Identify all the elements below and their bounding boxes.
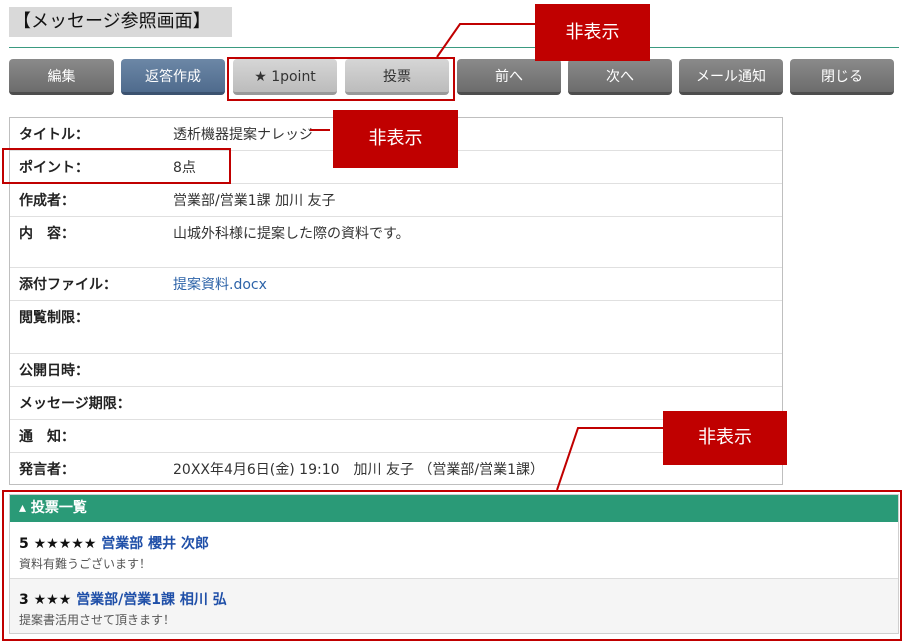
expiry-label: メッセージ期限： xyxy=(19,396,131,412)
attachment-link[interactable]: 提案資料.docx xyxy=(173,274,267,294)
callout-hidden-toolbar: 非表示 xyxy=(535,4,650,61)
callout-frame-toolbar xyxy=(227,57,455,101)
content-label: 内 容： xyxy=(19,226,75,242)
page-title: 【メッセージ参照画面】 xyxy=(9,7,232,37)
author-value: 営業部/営業1課 加川 友子 xyxy=(173,193,336,209)
edit-button[interactable]: 編集 xyxy=(9,59,114,95)
callout-frame-point xyxy=(2,148,231,184)
callout-hidden-point: 非表示 xyxy=(333,110,458,168)
row-content: 内 容： 山城外科様に提案した際の資料です。 xyxy=(10,217,782,268)
row-attachment: 添付ファイル： 提案資料.docx xyxy=(10,268,782,301)
title-label: タイトル： xyxy=(19,127,89,143)
next-button[interactable]: 次へ xyxy=(568,59,672,95)
row-author: 作成者： 営業部/営業1課 加川 友子 xyxy=(10,184,782,217)
callout-hidden-votes: 非表示 xyxy=(663,411,787,465)
mail-notify-button[interactable]: メール通知 xyxy=(679,59,783,95)
callout-frame-votes xyxy=(2,490,902,641)
publish-label: 公開日時： xyxy=(19,363,89,379)
author-label: 作成者： xyxy=(19,193,75,209)
reply-button[interactable]: 返答作成 xyxy=(121,59,225,95)
notify-label: 通 知： xyxy=(19,429,75,445)
prev-button[interactable]: 前へ xyxy=(457,59,561,95)
poster-label: 発言者： xyxy=(19,462,75,478)
title-divider xyxy=(9,47,899,48)
content-value: 山城外科様に提案した際の資料です。 xyxy=(173,226,410,242)
close-button[interactable]: 閉じる xyxy=(790,59,894,95)
poster-value: 20XX年4月6日(金) 19:10 加川 友子 （営業部/営業1課） xyxy=(173,462,545,478)
row-restriction: 閲覧制限： xyxy=(10,301,782,354)
title-value: 透析機器提案ナレッジ xyxy=(173,127,313,143)
row-publish: 公開日時： xyxy=(10,354,782,387)
restriction-label: 閲覧制限： xyxy=(19,310,89,326)
attachment-label: 添付ファイル： xyxy=(19,277,117,293)
